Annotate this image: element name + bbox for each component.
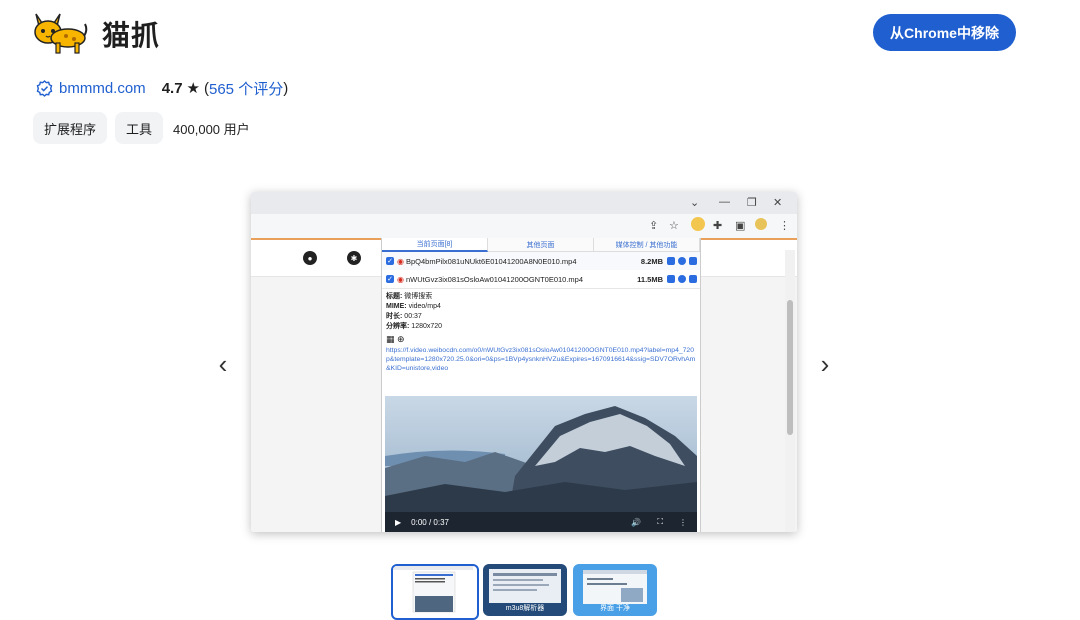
download-icon	[689, 257, 697, 265]
verified-badge-icon	[36, 79, 53, 97]
category-chips: 扩展程序 工具 400,000 用户	[33, 112, 250, 144]
file-name: BpQ4bmPilx081uNUkt6E01041200A8N0E010.mp4	[405, 256, 577, 266]
page-scroll-thumb	[787, 300, 793, 435]
screenshot-thumbnail-2[interactable]: m3u8解析器	[483, 564, 567, 616]
file-size: 11.5MB	[637, 274, 663, 284]
side-panel-icon: ▣	[735, 220, 746, 232]
screenshot-thumbnail-3[interactable]: 界面 干净	[573, 564, 657, 616]
carousel-prev-button[interactable]: ‹	[211, 349, 235, 379]
copy-icon	[667, 275, 675, 283]
minimize-icon: —	[719, 196, 730, 208]
rating-value: 4.7	[161, 79, 183, 97]
puzzle-icon: ✚	[713, 220, 723, 232]
carousel-main-screenshot: ⌄ — ❐ ✕ ⇪ ☆ ✚ ▣ ⋮ ● ✱ 当前页面[8] 其他页面 媒体控制 …	[251, 192, 797, 532]
thumbnail-caption: m3u8解析器	[505, 605, 545, 612]
info-resolution-value: 1280x720	[411, 323, 443, 330]
remove-from-chrome-button[interactable]: 从Chrome中移除	[873, 14, 1016, 51]
carousel-next-button[interactable]: ›	[813, 349, 837, 379]
ratings-count-link[interactable]: 565 个评分	[209, 78, 283, 99]
settings-gear-icon: ✱	[347, 251, 361, 265]
weibo-icon: ◉	[397, 274, 404, 284]
screenshot-thumbnail-1[interactable]	[391, 564, 479, 620]
info-duration-label: 时长:	[386, 313, 403, 320]
browser-titlebar	[251, 192, 797, 214]
tab-current-page: 当前页面[8]	[382, 238, 488, 252]
file-row: ✓ ◉ nWUtGvz3ix081sOsloAw01041200OGNT0E01…	[382, 270, 700, 289]
tab-media-control: 媒体控制 / 其他功能	[594, 238, 700, 252]
info-mime-value: video/mp4	[408, 303, 441, 310]
avatar-icon: ●	[303, 251, 317, 265]
tab-other-pages: 其他页面	[488, 238, 594, 252]
info-resolution-label: 分辨率:	[386, 323, 410, 330]
ratings-paren-close: )	[283, 79, 289, 97]
cat-extension-icon	[691, 217, 705, 231]
bookmark-star-icon: ☆	[669, 220, 679, 232]
star-icon: ★	[186, 80, 200, 97]
download-icon	[689, 275, 697, 283]
qr-code-icon: ▦ ⊕	[386, 334, 405, 344]
share-icon: ⇪	[649, 220, 659, 232]
page-right-area	[699, 238, 797, 532]
info-title-label: 标题:	[386, 293, 403, 300]
media-url: https://f.video.weibocdn.com/o0/nWUtGvz3…	[386, 347, 696, 372]
play-icon: ▶	[395, 517, 402, 527]
info-duration-value: 00:37	[404, 313, 422, 320]
video-time: 0:00 / 0:37	[411, 517, 449, 527]
checkbox-icon: ✓	[386, 275, 394, 283]
profile-avatar	[755, 218, 767, 230]
extension-meta: bmmmd.com 4.7 ★ ( 565 个评分 )	[36, 76, 288, 100]
volume-icon: 🔊	[631, 517, 642, 527]
weibo-icon: ◉	[397, 256, 404, 266]
play-icon	[678, 257, 686, 265]
popup-tabs: 当前页面[8] 其他页面 媒体控制 / 其他功能	[382, 238, 700, 252]
close-icon: ✕	[773, 197, 783, 209]
publisher-domain-link[interactable]: bmmmd.com	[59, 80, 146, 97]
restore-icon: ❐	[747, 197, 757, 209]
media-info: 标题: 微博搜索 MIME: video/mp4 时长: 00:37 分辨率: …	[386, 292, 442, 332]
info-title-value: 微博搜索	[404, 293, 433, 300]
file-name: nWUtGvz3ix081sOsloAw01041200OGNT0E010.mp…	[405, 274, 584, 284]
chip-extension[interactable]: 扩展程序	[33, 112, 108, 144]
play-icon	[678, 275, 686, 283]
chip-tools[interactable]: 工具	[115, 112, 164, 144]
cat-logo-icon	[30, 8, 88, 56]
copy-icon	[667, 257, 675, 265]
video-controls: ▶ 0:00 / 0:37 🔊 ⛶ ⋮	[385, 512, 697, 532]
fullscreen-icon: ⛶	[657, 517, 663, 526]
extension-title: 猫抓	[102, 20, 161, 51]
extension-popup: 当前页面[8] 其他页面 媒体控制 / 其他功能 ✓ ◉ BpQ4bmPilx0…	[381, 238, 701, 532]
file-row: ✓ ◉ BpQ4bmPilx081uNUkt6E01041200A8N0E010…	[382, 252, 700, 271]
thumbnail-caption: 界面 干净	[600, 605, 630, 612]
page-left-area: ● ✱	[251, 238, 381, 532]
file-size: 8.2MB	[640, 256, 663, 266]
checkbox-icon: ✓	[386, 257, 394, 265]
chevron-down-icon: ⌄	[690, 197, 700, 209]
user-count: 400,000 用户	[173, 121, 250, 137]
video-menu-icon: ⋮	[679, 517, 687, 527]
menu-dots-icon: ⋮	[779, 220, 790, 232]
info-mime-label: MIME:	[386, 303, 407, 310]
